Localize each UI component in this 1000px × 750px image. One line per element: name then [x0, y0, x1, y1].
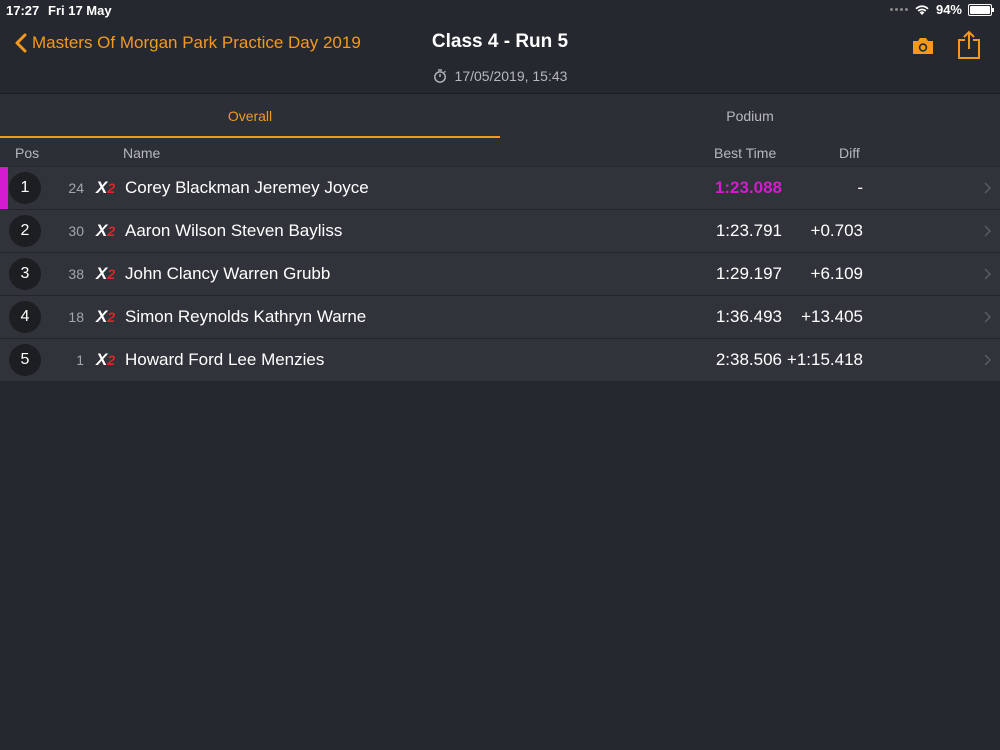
class-badge: X2	[96, 178, 115, 198]
column-pos: Pos	[15, 145, 40, 161]
status-time: 17:27	[6, 3, 40, 18]
class-badge-letter: X	[96, 350, 108, 369]
chevron-right-icon	[984, 225, 992, 237]
class-badge: X2	[96, 350, 115, 370]
column-diff: Diff	[839, 145, 860, 161]
class-badge: X2	[96, 307, 115, 327]
tab-overall[interactable]: Overall	[0, 94, 500, 138]
class-badge-number: 2	[107, 352, 116, 368]
session-datetime: 17/05/2019, 15:43	[454, 68, 568, 84]
position-badge: 2	[9, 215, 41, 247]
battery-icon	[968, 3, 994, 16]
car-number: 24	[68, 180, 84, 196]
class-badge-number: 2	[107, 309, 116, 325]
class-badge-letter: X	[96, 221, 108, 240]
driver-names: Howard Ford Lee Menzies	[125, 350, 325, 369]
camera-icon[interactable]	[911, 36, 935, 56]
position-badge: 1	[9, 172, 41, 204]
status-right: 94%	[889, 2, 994, 17]
class-badge-letter: X	[96, 178, 108, 197]
stopwatch-icon	[433, 69, 446, 83]
class-badge-letter: X	[96, 307, 108, 326]
class-badge: X2	[96, 264, 115, 284]
status-date: Fri 17 May	[48, 3, 112, 18]
column-best-time: Best Time	[714, 145, 777, 161]
results-column-header: Pos Name Best Time Diff	[0, 138, 1000, 166]
position-badge: 5	[9, 344, 41, 376]
chevron-right-icon	[984, 182, 992, 194]
driver-names: Corey Blackman Jeremey Joyce	[125, 178, 369, 197]
car-number: 38	[68, 266, 84, 282]
class-badge-number: 2	[107, 266, 116, 282]
chevron-right-icon	[984, 354, 992, 366]
status-bar: 17:27 Fri 17 May 94%	[0, 0, 1000, 20]
time-diff: +13.405	[801, 307, 863, 326]
results-list: 1 24 X2 Corey Blackman Jeremey Joyce 1:2…	[0, 167, 1000, 382]
chevron-right-icon	[984, 311, 992, 323]
results-tabs: Overall Podium	[0, 93, 1000, 138]
tab-podium[interactable]: Podium	[500, 94, 1000, 138]
result-row[interactable]: 2 30 X2 Aaron Wilson Steven Bayliss 1:23…	[0, 210, 1000, 253]
battery-percent: 94%	[935, 2, 962, 17]
position-badge: 3	[9, 258, 41, 290]
time-diff: +6.109	[810, 264, 863, 283]
time-diff: -	[857, 178, 863, 197]
nav-bar: Masters Of Morgan Park Practice Day 2019…	[0, 20, 1000, 92]
class-badge-number: 2	[107, 223, 116, 239]
result-row[interactable]: 5 1 X2 Howard Ford Lee Menzies 2:38.506 …	[0, 339, 1000, 382]
result-row[interactable]: 4 18 X2 Simon Reynolds Kathryn Warne 1:3…	[0, 296, 1000, 339]
page-title: Class 4 - Run 5	[431, 31, 569, 52]
time-diff: +0.703	[810, 221, 863, 240]
position-badge: 4	[9, 301, 41, 333]
session-timestamp: 17/05/2019, 15:43	[0, 68, 1000, 84]
driver-names: Simon Reynolds Kathryn Warne	[125, 307, 367, 326]
share-icon[interactable]	[956, 30, 982, 60]
column-name: Name	[123, 145, 161, 161]
chevron-right-icon	[984, 268, 992, 280]
time-diff: +1:15.418	[786, 350, 863, 369]
result-row[interactable]: 3 38 X2 John Clancy Warren Grubb 1:29.19…	[0, 253, 1000, 296]
class-badge-number: 2	[107, 180, 116, 196]
driver-names: Aaron Wilson Steven Bayliss	[125, 221, 343, 240]
fastest-lap-marker	[0, 167, 8, 209]
car-number: 1	[76, 352, 84, 368]
car-number: 18	[68, 309, 84, 325]
driver-names: John Clancy Warren Grubb	[125, 264, 331, 283]
result-row[interactable]: 1 24 X2 Corey Blackman Jeremey Joyce 1:2…	[0, 167, 1000, 210]
class-badge-letter: X	[96, 264, 108, 283]
signal-dots-icon	[889, 8, 908, 11]
wifi-icon	[915, 4, 929, 15]
class-badge: X2	[96, 221, 115, 241]
car-number: 30	[68, 223, 84, 239]
